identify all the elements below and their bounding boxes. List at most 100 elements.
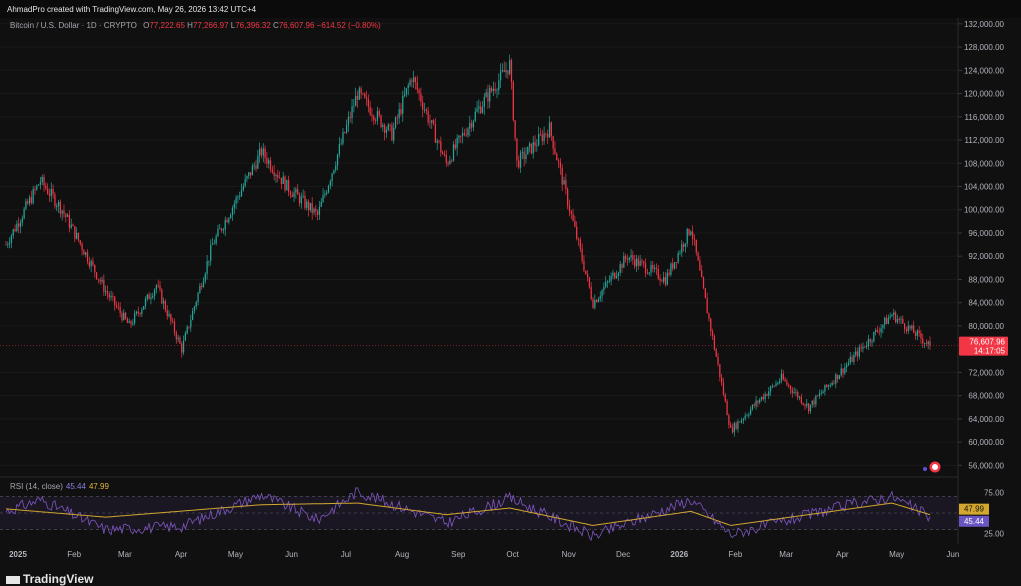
candle-body (342, 132, 344, 144)
candle-body (721, 377, 723, 383)
candle-body (565, 180, 567, 190)
candle-body (608, 281, 610, 282)
candle-body (456, 137, 458, 149)
time-axis-label: Mar (779, 550, 793, 559)
candle-body (159, 285, 161, 290)
candle-body (429, 122, 431, 124)
candle-body (762, 396, 764, 400)
candle-body (469, 123, 471, 129)
price-tick-label: 120,000.00 (964, 90, 1005, 99)
candle-body (280, 177, 283, 184)
candle-body (643, 261, 645, 264)
candle-body (916, 330, 918, 337)
candle-body (478, 106, 480, 109)
candle-body (923, 343, 926, 345)
candle-body (210, 244, 212, 261)
candle-body (213, 243, 215, 245)
candle-body (615, 276, 618, 279)
price-tick-label: 68,000.00 (968, 392, 1004, 401)
candle-body (684, 243, 687, 247)
candle-body (802, 403, 804, 405)
candle-body (813, 400, 815, 405)
candle-body (693, 239, 696, 240)
candle-body (873, 331, 875, 342)
candle-body (353, 106, 355, 107)
price-tick-label: 56,000.00 (968, 461, 1004, 470)
rsi-title[interactable]: RSI (14, close) (10, 482, 63, 491)
candle-body (112, 296, 114, 297)
candle-body (894, 312, 897, 323)
candle-body (47, 188, 49, 194)
candle-body (451, 160, 453, 162)
time-axis-label: Jul (341, 550, 351, 559)
candle-body (374, 120, 377, 122)
candle-body (137, 311, 139, 314)
candle-body (423, 109, 426, 111)
candle-body (769, 386, 772, 392)
candle-body (599, 296, 601, 299)
candle-body (757, 400, 759, 403)
candle-body (548, 122, 551, 138)
candle-body (619, 264, 621, 273)
rsi-legend: RSI (14, close) 45.44 47.99 (10, 482, 109, 491)
candle-body (246, 176, 248, 179)
price-tick-label: 96,000.00 (968, 229, 1004, 238)
candle-body (489, 87, 491, 102)
candle-body (902, 318, 904, 324)
candle-body (217, 228, 219, 237)
candle-body (405, 88, 408, 95)
candle-body (817, 395, 819, 397)
candle-body (181, 343, 183, 353)
candle-body (704, 288, 706, 299)
candle-body (581, 248, 583, 261)
candle-body (175, 332, 177, 340)
candle-body (545, 133, 547, 135)
candle-body (773, 385, 775, 387)
candle-body (440, 141, 442, 153)
candle-body (438, 140, 440, 142)
candle-body (804, 404, 806, 406)
candle-body (115, 305, 118, 307)
chart-frame: 132,000.00 128,000.00 124,000.00 120,000.00… (0, 0, 1021, 580)
rsi-ma-tag-label: 47.99 (964, 505, 985, 514)
candle-body (224, 220, 226, 230)
candle-body (79, 240, 81, 244)
candle-body (778, 380, 781, 383)
candle-body (7, 244, 9, 246)
candle-body (673, 262, 676, 269)
candle-body (726, 401, 728, 416)
candle-body (635, 258, 638, 267)
candle-body (10, 235, 13, 243)
symbol-name[interactable]: Bitcoin / U.S. Dollar · 1D · CRYPTO (10, 21, 137, 30)
candle-body (650, 265, 652, 273)
candle-body (719, 364, 721, 378)
candle-body (896, 319, 899, 323)
candle-body (16, 223, 18, 232)
candle-body (304, 195, 306, 208)
candle-body (416, 82, 418, 90)
candle-body (884, 317, 886, 325)
candle-body (65, 213, 67, 217)
candle-body (420, 93, 422, 103)
candle-body (335, 165, 337, 171)
candle-body (394, 117, 397, 128)
candle-body (472, 120, 475, 128)
candle-body (550, 122, 552, 137)
candle-body (119, 307, 121, 314)
candle-body (509, 60, 511, 74)
rsi-band (0, 496, 958, 530)
candle-body (853, 355, 855, 362)
candle-body (701, 270, 703, 278)
candle-body (849, 356, 851, 363)
candle-body (351, 106, 353, 118)
candle-body (583, 260, 585, 271)
candle-body (83, 250, 85, 255)
candle-body (202, 280, 205, 288)
candle-body (422, 102, 424, 110)
candle-body (829, 385, 831, 386)
candle-body (750, 409, 752, 415)
candle-body (389, 124, 391, 126)
candle-body (144, 298, 147, 307)
candle-body (195, 302, 197, 307)
candle-body (333, 170, 335, 174)
